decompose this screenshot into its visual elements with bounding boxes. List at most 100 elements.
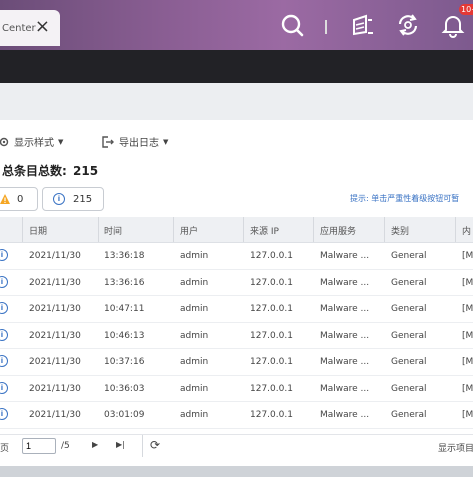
next-page-button[interactable]: ▶ <box>92 440 98 449</box>
col-date[interactable]: 日期 <box>29 224 47 237</box>
column-divider <box>243 217 244 242</box>
cell-app-service: Malware ... <box>320 410 370 420</box>
tab-label: Center <box>2 22 36 34</box>
cell-date: 2021/11/30 <box>29 330 81 341</box>
close-icon[interactable]: × <box>35 18 50 36</box>
cell-app-service: Malware ... <box>320 304 370 314</box>
column-divider <box>455 217 456 242</box>
cell-user: admin <box>180 383 209 394</box>
last-page-button[interactable]: ▶| <box>116 440 125 449</box>
table-header: 日期 时间 用户 来源 IP 应用服务 类别 内 <box>0 217 473 243</box>
cell-content: [M <box>462 410 473 420</box>
cell-user: admin <box>180 330 209 341</box>
cell-category: General <box>391 251 427 261</box>
table-row[interactable]: i 2021/11/30 10:36:03 admin 127.0.0.1 Malware… <box>0 376 473 402</box>
cell-category: General <box>391 410 427 420</box>
cell-user: admin <box>180 304 209 314</box>
cell-app-service: Malware ... <box>320 357 370 367</box>
window-header <box>0 83 473 120</box>
info-icon: i <box>53 193 65 205</box>
table-row[interactable]: i 2021/11/30 10:37:16 admin 127.0.0.1 Malware… <box>0 349 473 376</box>
cell-app-service: Malware ... <box>320 277 370 288</box>
cell-source-ip: 127.0.0.1 <box>250 357 293 367</box>
chevron-down-icon: ▼ <box>58 137 64 146</box>
bottom-edge <box>0 466 473 477</box>
export-icon <box>102 135 114 148</box>
col-time[interactable]: 时间 <box>104 224 122 237</box>
col-user[interactable]: 用户 <box>180 224 198 237</box>
toolbar-separator <box>325 20 327 34</box>
chevron-down-icon: ▼ <box>163 137 169 146</box>
search-icon[interactable] <box>279 12 305 38</box>
warning-filter-button[interactable]: 0 <box>0 187 38 211</box>
total-entries: 总条目总数: 215 <box>0 162 98 179</box>
warning-count: 0 <box>17 193 24 205</box>
cell-date: 2021/11/30 <box>29 251 81 261</box>
cell-category: General <box>391 357 427 367</box>
cell-content: [M <box>462 330 473 341</box>
info-count: 215 <box>73 193 93 205</box>
display-style-button[interactable]: 显示样式 ▼ <box>0 134 63 149</box>
cell-user: admin <box>180 277 209 288</box>
notification-badge: 10+ <box>459 4 473 15</box>
table-row[interactable]: i 2021/11/30 10:46:13 admin 127.0.0.1 Malware… <box>0 323 473 349</box>
cell-category: General <box>391 330 427 341</box>
hint-text: 提示: 单击严重性着级按钮可暂 <box>350 194 460 203</box>
cell-time: 03:01:09 <box>104 410 145 420</box>
total-entries-label: 总条目总数: <box>2 164 67 178</box>
window-tab[interactable]: Center × <box>0 10 60 46</box>
cell-category: General <box>391 277 427 288</box>
info-icon: i <box>0 355 8 367</box>
export-log-button[interactable]: 导出日志 ▼ <box>101 134 168 149</box>
display-items-label: 显示项目 <box>438 444 473 454</box>
cell-content: [M <box>462 277 473 288</box>
cell-time: 10:47:11 <box>104 304 145 314</box>
cell-date: 2021/11/30 <box>29 383 81 394</box>
cell-app-service: Malware ... <box>320 330 370 341</box>
cell-user: admin <box>180 410 209 420</box>
col-category[interactable]: 类别 <box>391 224 409 237</box>
refresh-icon[interactable]: ⟳ <box>150 438 160 452</box>
table-row[interactable]: i 2021/11/30 03:01:09 admin 127.0.0.1 Malware… <box>0 402 473 429</box>
col-content[interactable]: 内 <box>462 224 471 237</box>
cell-source-ip: 127.0.0.1 <box>250 251 293 261</box>
export-log-label: 导出日志 <box>119 138 159 149</box>
page-prefix: 页 <box>0 444 10 454</box>
total-entries-count: 215 <box>73 164 99 178</box>
info-filter-button[interactable]: i 215 <box>42 187 104 211</box>
cell-time: 13:36:16 <box>104 277 145 288</box>
total-pages: /5 <box>61 441 70 451</box>
cell-date: 2021/11/30 <box>29 304 81 314</box>
cell-source-ip: 127.0.0.1 <box>250 383 293 394</box>
col-app-service[interactable]: 应用服务 <box>320 224 356 237</box>
cell-app-service: Malware ... <box>320 251 370 261</box>
column-divider <box>384 217 385 242</box>
table-body: i 2021/11/30 13:36:18 admin 127.0.0.1 Malware… <box>0 243 473 455</box>
display-style-label: 显示样式 <box>14 138 54 149</box>
pagination-divider <box>142 435 143 457</box>
table-row[interactable]: i 2021/11/30 10:47:11 admin 127.0.0.1 Malware… <box>0 296 473 323</box>
info-icon: i <box>0 275 8 288</box>
log-table: 日期 时间 用户 来源 IP 应用服务 类别 内 i 2021/11/30 13:3… <box>0 217 473 455</box>
table-row[interactable]: i 2021/11/30 13:36:16 admin 127.0.0.1 Malware… <box>0 270 473 296</box>
cell-time: 10:37:16 <box>104 357 145 367</box>
col-source-ip[interactable]: 来源 IP <box>250 224 279 237</box>
info-icon: i <box>0 302 8 314</box>
cell-date: 2021/11/30 <box>29 357 81 367</box>
tasks-icon[interactable] <box>350 12 376 38</box>
cell-source-ip: 127.0.0.1 <box>250 304 293 314</box>
menu-bar <box>0 50 473 83</box>
cell-category: General <box>391 383 427 394</box>
cell-content: [M <box>462 357 473 367</box>
sync-icon[interactable] <box>395 12 421 38</box>
cell-time: 13:36:18 <box>104 251 145 261</box>
bell-icon[interactable] <box>440 12 466 38</box>
table-row[interactable]: i 2021/11/30 13:36:18 admin 127.0.0.1 Malware… <box>0 243 473 270</box>
warning-icon <box>0 194 10 204</box>
page-number-input[interactable] <box>22 438 56 454</box>
column-divider <box>22 217 23 242</box>
cell-source-ip: 127.0.0.1 <box>250 277 293 288</box>
cell-content: [M <box>462 304 473 314</box>
info-icon: i <box>0 249 8 261</box>
info-icon: i <box>0 381 8 394</box>
